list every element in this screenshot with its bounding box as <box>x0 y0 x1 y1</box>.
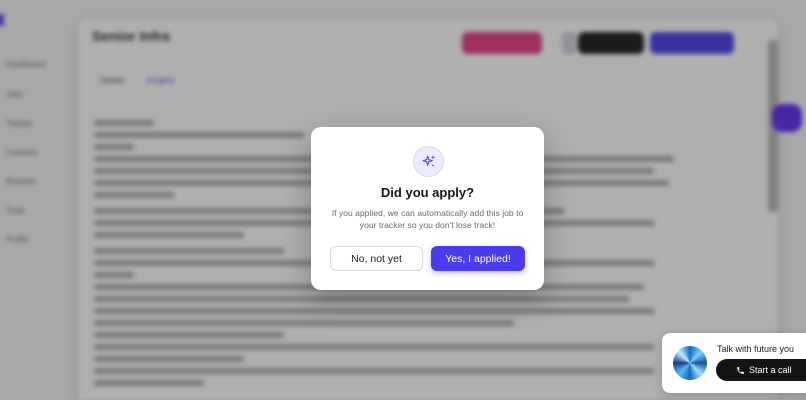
phone-icon <box>736 366 745 375</box>
call-widget: Talk with future you Start a call <box>662 333 806 393</box>
dialog-title: Did you apply? <box>380 185 475 200</box>
not-yet-button[interactable]: No, not yet <box>330 246 423 271</box>
yes-applied-button[interactable]: Yes, I applied! <box>431 246 525 271</box>
sparkles-icon <box>413 146 444 177</box>
dialog-message: If you applied, we can automatically add… <box>331 208 524 230</box>
did-you-apply-dialog: Did you apply? If you applied, we can au… <box>311 127 544 290</box>
call-widget-title: Talk with future you <box>717 344 795 354</box>
start-call-label: Start a call <box>749 365 792 375</box>
orb-avatar <box>673 346 707 380</box>
start-call-button[interactable]: Start a call <box>716 359 806 381</box>
